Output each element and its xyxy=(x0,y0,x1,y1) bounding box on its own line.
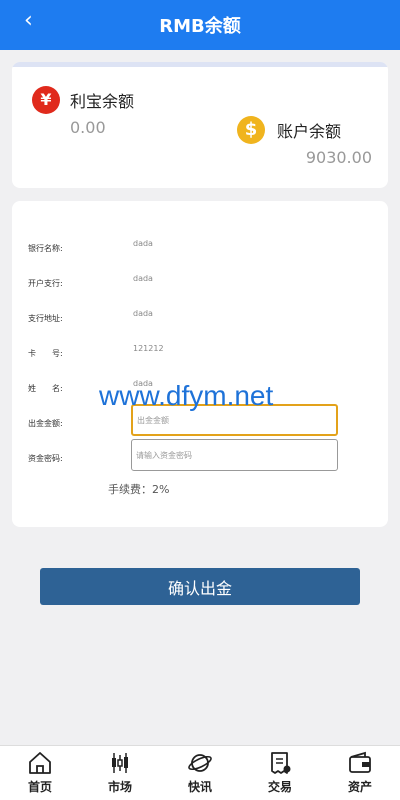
withdraw-form: 银行名称: dada 开户支行: dada 支行地址: dada 卡 号: 12… xyxy=(12,201,388,527)
receipt-icon xyxy=(271,752,291,774)
back-arrow-icon: ‹ xyxy=(24,8,33,33)
tab-assets-label: 资产 xyxy=(347,780,372,794)
bank-name-row: 银行名称: dada xyxy=(12,239,388,261)
planet-icon xyxy=(188,754,212,772)
card-number-value: 121212 xyxy=(133,344,164,353)
account-balance-label: 账户余额 xyxy=(277,122,342,141)
candlestick-icon xyxy=(112,753,128,773)
dollar-coin-icon: $ xyxy=(237,116,265,144)
fee-text: 手续费：2% xyxy=(108,483,170,496)
yuan-coin-icon: ¥ xyxy=(32,86,60,114)
tab-news-label: 快讯 xyxy=(187,780,212,794)
tab-market-label: 市场 xyxy=(107,780,132,794)
card-number-row: 卡 号: 121212 xyxy=(12,344,388,366)
bottom-tab-bar: 首页 市场 快讯 交易 资产 xyxy=(0,745,400,800)
tab-trade[interactable]: 交易 xyxy=(240,746,320,800)
balance-card: ¥ 利宝余额 0.00 $ 账户余额 9030.00 xyxy=(12,62,388,188)
tab-market[interactable]: 市场 xyxy=(80,746,160,800)
header: ‹ RMB余额 xyxy=(0,0,400,50)
home-icon xyxy=(29,752,51,774)
branch-address-label: 支行地址: xyxy=(28,314,63,323)
holder-name-label: 姓 名: xyxy=(28,384,63,393)
bank-name-label: 银行名称: xyxy=(28,244,63,253)
branch-row: 开户支行: dada xyxy=(12,274,388,296)
card-top-strip xyxy=(12,62,388,67)
watermark: www.dfym.net xyxy=(99,380,274,411)
tab-assets[interactable]: 资产 xyxy=(320,746,400,800)
tab-home-label: 首页 xyxy=(27,780,52,794)
branch-value: dada xyxy=(133,274,153,283)
page-title: RMB余额 xyxy=(159,16,241,37)
tab-news[interactable]: 快讯 xyxy=(160,746,240,800)
bank-name-value: dada xyxy=(133,239,153,248)
branch-label: 开户支行: xyxy=(28,279,63,288)
profit-balance-value: 0.00 xyxy=(70,118,106,137)
account-balance-value: 9030.00 xyxy=(305,148,372,167)
branch-address-row: 支行地址: dada xyxy=(12,309,388,331)
tab-home[interactable]: 首页 xyxy=(0,746,80,800)
profit-balance-label: 利宝余额 xyxy=(70,92,135,111)
confirm-withdraw-button[interactable]: 确认出金 xyxy=(40,568,360,605)
fund-password-label: 资金密码: xyxy=(28,454,63,463)
tab-trade-label: 交易 xyxy=(267,780,292,794)
card-number-label: 卡 号: xyxy=(28,349,63,358)
fund-password-input[interactable] xyxy=(131,439,338,471)
back-button[interactable]: ‹ xyxy=(24,8,52,36)
amount-label: 出金金额: xyxy=(28,419,63,428)
branch-address-value: dada xyxy=(133,309,153,318)
wallet-icon xyxy=(349,751,371,773)
